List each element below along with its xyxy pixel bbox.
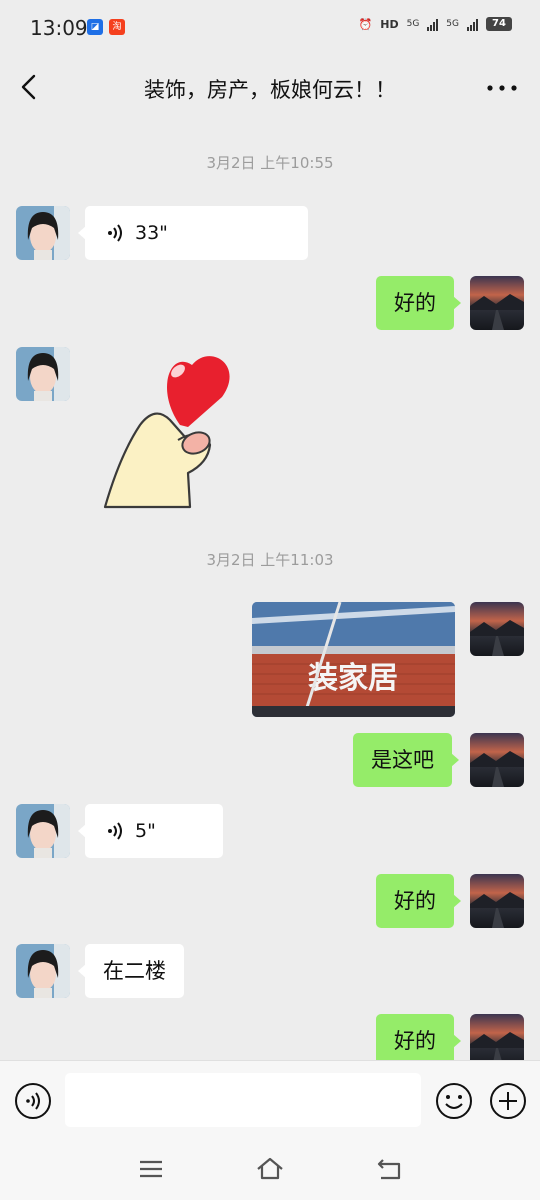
heart-sticker[interactable] bbox=[100, 345, 250, 510]
input-bar bbox=[0, 1060, 540, 1140]
more-actions-button[interactable] bbox=[489, 1082, 527, 1120]
voice-mode-icon bbox=[15, 1083, 51, 1119]
status-bar: 13:09 ◪ 淘 ⏰ HD 5G 5G 74 bbox=[0, 0, 540, 56]
emoji-button[interactable] bbox=[435, 1082, 473, 1120]
more-button[interactable] bbox=[484, 74, 520, 102]
contact-avatar[interactable] bbox=[16, 347, 70, 401]
return-icon bbox=[377, 1159, 401, 1180]
home-button[interactable] bbox=[255, 1154, 285, 1184]
voice-message[interactable]: 33" bbox=[78, 206, 308, 260]
signal-icon-2 bbox=[467, 17, 478, 31]
message-input[interactable] bbox=[65, 1073, 421, 1127]
contact-avatar[interactable] bbox=[16, 944, 70, 998]
more-dots-icon bbox=[487, 85, 517, 91]
sent-message[interactable]: 是这吧 bbox=[353, 733, 459, 787]
voice-message[interactable]: 5" bbox=[78, 804, 223, 858]
voice-duration: 5" bbox=[135, 820, 156, 842]
contact-avatar[interactable] bbox=[16, 804, 70, 858]
recent-apps-button[interactable] bbox=[136, 1154, 166, 1184]
sent-message[interactable]: 好的 bbox=[376, 874, 461, 928]
voice-input-button[interactable] bbox=[14, 1082, 52, 1120]
photo-signboard-text: 装家居 bbox=[308, 661, 398, 696]
contact-avatar[interactable] bbox=[16, 206, 70, 260]
jd-app-icon: ◪ bbox=[87, 19, 103, 35]
received-message[interactable]: 在二楼 bbox=[78, 944, 184, 998]
chat-title: 装饰，房产，板娘何云！！ bbox=[144, 78, 396, 102]
status-icons: ⏰ HD 5G 5G 74 bbox=[359, 17, 512, 31]
chevron-left-icon bbox=[21, 74, 36, 100]
voice-wave-icon bbox=[108, 822, 122, 840]
sent-photo[interactable]: 装家居 bbox=[252, 602, 455, 717]
my-avatar[interactable] bbox=[470, 733, 524, 787]
system-navigation-bar bbox=[0, 1140, 540, 1200]
hd-label: HD bbox=[380, 17, 399, 31]
chat-header: 装饰，房产，板娘何云！！ bbox=[0, 56, 540, 120]
back-button[interactable] bbox=[14, 70, 48, 104]
alarm-icon: ⏰ bbox=[358, 17, 373, 31]
timestamp: 3月2日 上午11:03 bbox=[206, 551, 334, 569]
network-label-1: 5G bbox=[406, 19, 420, 29]
my-avatar[interactable] bbox=[470, 874, 524, 928]
voice-wave-icon bbox=[108, 224, 122, 242]
plus-icon bbox=[490, 1083, 526, 1119]
battery-icon: 74 bbox=[486, 17, 512, 31]
network-label-2: 5G bbox=[446, 19, 459, 29]
status-time: 13:09 bbox=[30, 16, 88, 40]
my-avatar[interactable] bbox=[470, 602, 524, 656]
timestamp: 3月2日 上午10:55 bbox=[206, 154, 334, 172]
home-icon bbox=[257, 1157, 283, 1180]
system-back-button[interactable] bbox=[375, 1154, 405, 1184]
emoji-icon bbox=[436, 1083, 472, 1119]
voice-duration: 33" bbox=[135, 222, 168, 244]
menu-icon bbox=[140, 1160, 162, 1178]
my-avatar[interactable] bbox=[470, 276, 524, 330]
signal-icon-1 bbox=[427, 17, 439, 31]
taobao-app-icon: 淘 bbox=[109, 19, 125, 35]
sent-message[interactable]: 好的 bbox=[376, 276, 461, 330]
